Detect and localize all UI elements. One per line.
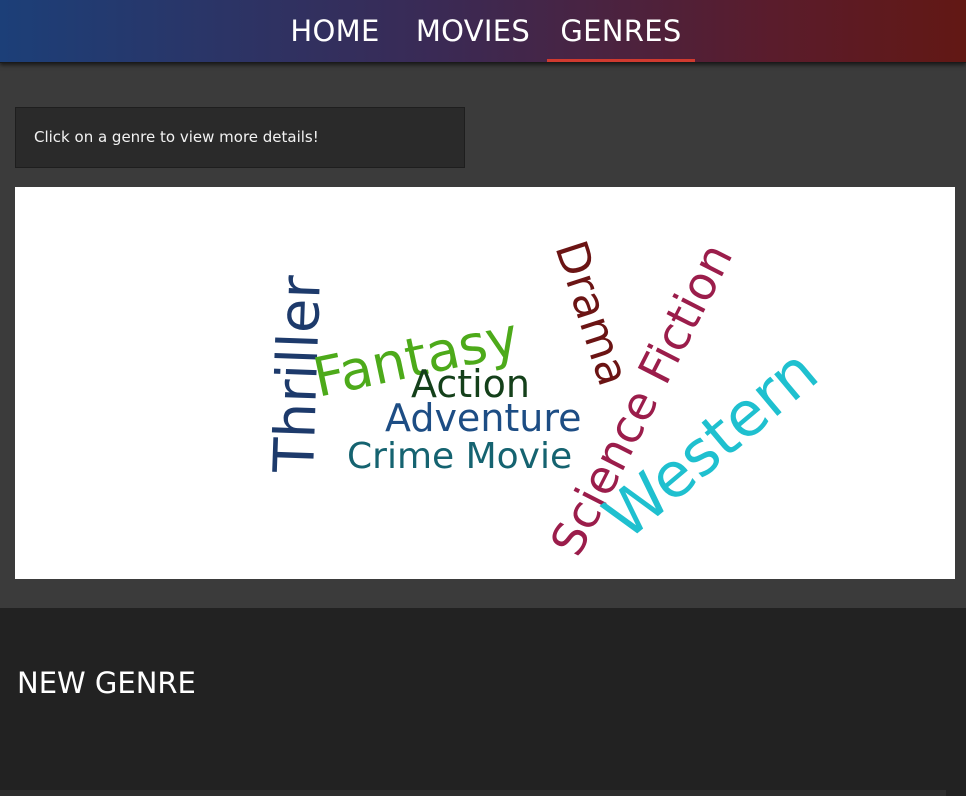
genre-word-drama[interactable]: Drama [545,235,639,392]
top-navbar: HOME MOVIES GENRES [0,0,966,63]
new-genre-section: NEW GENRE [0,608,966,796]
genre-word-crime-movie[interactable]: Crime Movie [347,436,572,477]
genre-word-adventure[interactable]: Adventure [385,396,582,440]
info-box: Click on a genre to view more details! [15,107,465,168]
new-genre-title: NEW GENRE [17,666,196,700]
genre-word-cloud: Thriller Fantasy Drama Science Fiction W… [15,187,955,579]
horizontal-scrollbar[interactable] [0,790,946,796]
info-text: Click on a genre to view more details! [34,128,319,146]
nav-home[interactable]: HOME [276,0,394,62]
nav-genres[interactable]: GENRES [547,0,695,62]
nav-movies[interactable]: MOVIES [404,0,542,62]
nav-active-underline [547,59,695,62]
word-cloud-canvas: Thriller Fantasy Drama Science Fiction W… [262,235,831,564]
